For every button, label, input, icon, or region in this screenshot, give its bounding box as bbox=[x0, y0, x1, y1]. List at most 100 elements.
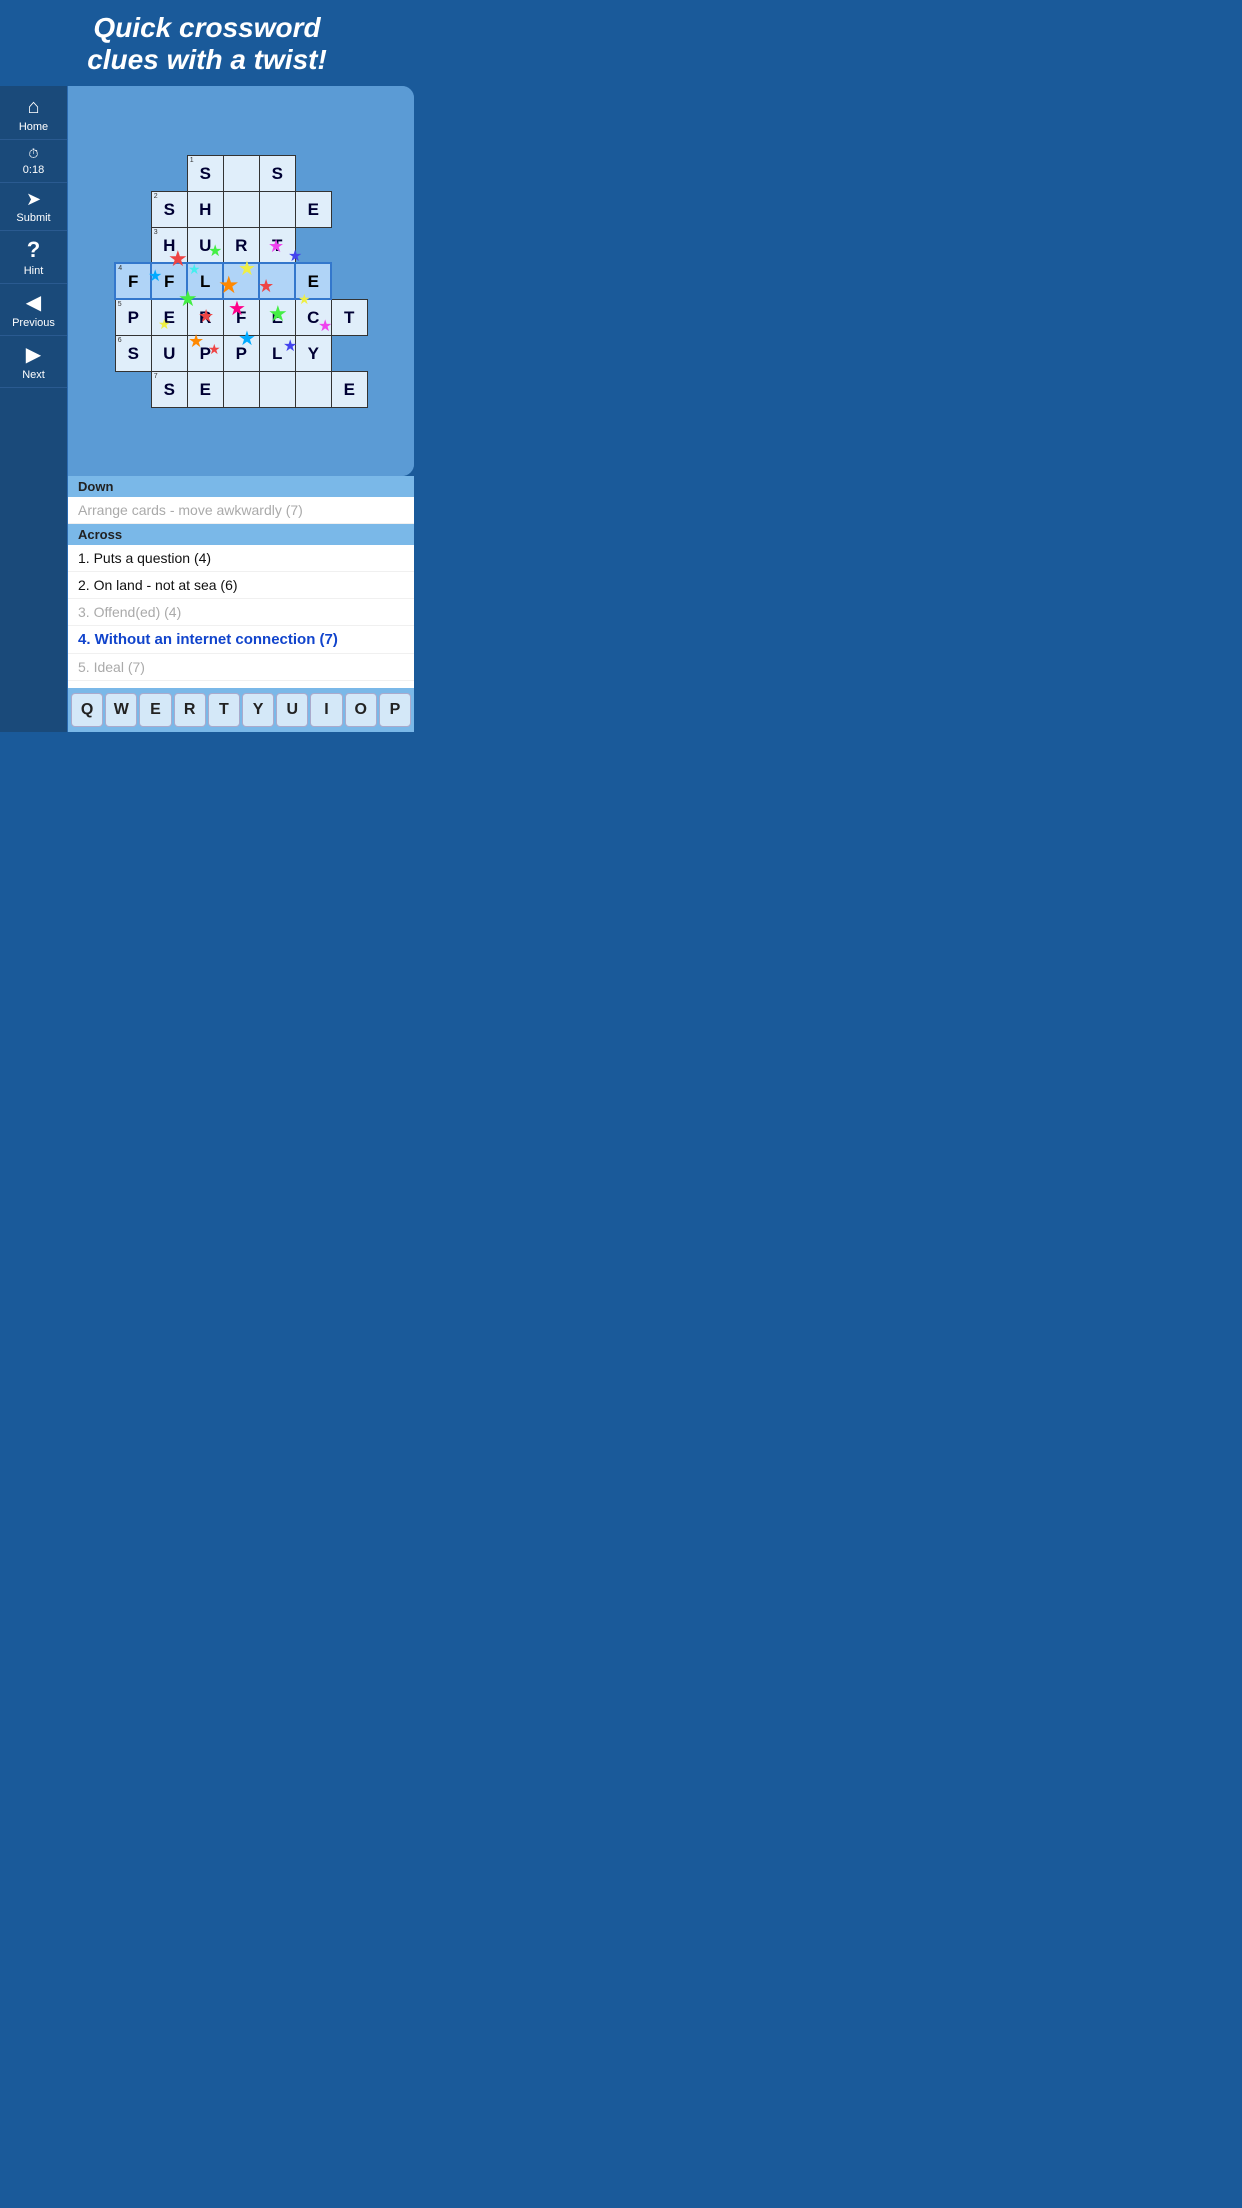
sidebar-item-next[interactable]: ▶ Next bbox=[0, 336, 67, 388]
cell-letter: E bbox=[308, 200, 319, 219]
cell-letter: E bbox=[272, 308, 283, 327]
key-q[interactable]: Q bbox=[71, 693, 103, 727]
clue-1[interactable]: 1. Puts a question (4) bbox=[68, 545, 414, 572]
cell-r5c4[interactable]: F bbox=[223, 299, 259, 335]
key-t[interactable]: T bbox=[208, 693, 240, 727]
cell-r3c2[interactable]: 3 H bbox=[151, 227, 187, 263]
cell-letter: T bbox=[344, 308, 354, 327]
cell-letter: P bbox=[236, 344, 247, 363]
sidebar: ⌂ Home ⏱ 0:18 ➤ Submit ? Hint ◀ Previous… bbox=[0, 86, 68, 732]
cell-r2c3[interactable]: H bbox=[187, 191, 223, 227]
cell-letter: U bbox=[199, 236, 211, 255]
cell-letter: S bbox=[164, 380, 175, 399]
cell-r1c5[interactable]: S bbox=[259, 155, 295, 191]
down-clue[interactable]: Arrange cards - move awkwardly (7) bbox=[68, 497, 414, 524]
crossword-area: ★ ★ ★ ★ ★ ★ ★ ★ ★ ★ ★ ★ ★ ★ ★ ★ ★ ★ ★ ★ bbox=[68, 86, 414, 476]
key-p[interactable]: P bbox=[379, 693, 411, 727]
cell-r7c5[interactable] bbox=[259, 371, 295, 407]
cell-r7c6[interactable] bbox=[295, 371, 331, 407]
cell-r2c4[interactable] bbox=[223, 191, 259, 227]
cell-letter: E bbox=[164, 308, 175, 327]
cell-letter: F bbox=[128, 272, 138, 291]
cell-number: 3 bbox=[154, 229, 158, 236]
sidebar-item-hint[interactable]: ? Hint bbox=[0, 231, 67, 284]
cell-letter: P bbox=[200, 344, 211, 363]
cell-number: 1 bbox=[190, 157, 194, 164]
key-y[interactable]: Y bbox=[242, 693, 274, 727]
clue-3[interactable]: 3. Offend(ed) (4) bbox=[68, 599, 414, 626]
cell-empty bbox=[151, 155, 187, 191]
timer-icon: ⏱ bbox=[28, 146, 38, 162]
key-u[interactable]: U bbox=[276, 693, 308, 727]
cell-r2c2[interactable]: 2 S bbox=[151, 191, 187, 227]
key-i[interactable]: I bbox=[310, 693, 342, 727]
sidebar-previous-label: Previous bbox=[12, 317, 55, 329]
cell-r4c2[interactable]: F bbox=[151, 263, 187, 299]
cell-r3c4[interactable]: R bbox=[223, 227, 259, 263]
key-o[interactable]: O bbox=[345, 693, 377, 727]
key-r[interactable]: R bbox=[174, 693, 206, 727]
clue-4[interactable]: 4. Without an internet connection (7) bbox=[68, 626, 414, 654]
previous-icon: ◀ bbox=[26, 290, 41, 315]
cell-r2c5[interactable] bbox=[259, 191, 295, 227]
sidebar-home-label: Home bbox=[19, 121, 48, 133]
cell-r4c6[interactable]: E bbox=[295, 263, 331, 299]
cell-letter: L bbox=[200, 272, 210, 291]
cell-r6c6[interactable]: Y bbox=[295, 335, 331, 371]
cell-r6c5[interactable]: L bbox=[259, 335, 295, 371]
cell-letter: R bbox=[235, 236, 247, 255]
cell-empty bbox=[295, 155, 331, 191]
cell-letter: P bbox=[128, 308, 139, 327]
cell-number: 2 bbox=[154, 193, 158, 200]
key-e[interactable]: E bbox=[139, 693, 171, 727]
cell-r5c6[interactable]: C bbox=[295, 299, 331, 335]
cell-letter: C bbox=[307, 308, 319, 327]
cell-r7c2[interactable]: 7 S bbox=[151, 371, 187, 407]
grid-wrapper: 1 S S bbox=[114, 155, 368, 408]
sidebar-item-previous[interactable]: ◀ Previous bbox=[0, 284, 67, 336]
sidebar-item-submit[interactable]: ➤ Submit bbox=[0, 183, 67, 231]
sidebar-hint-label: Hint bbox=[24, 265, 44, 277]
cell-r1c4[interactable] bbox=[223, 155, 259, 191]
sidebar-item-timer: ⏱ 0:18 bbox=[0, 140, 67, 183]
clue-6[interactable]: 6. Provide (6) bbox=[68, 681, 414, 688]
cell-r2c6[interactable]: E bbox=[295, 191, 331, 227]
cell-r4c5[interactable] bbox=[259, 263, 295, 299]
cell-letter: U bbox=[163, 344, 175, 363]
submit-icon: ➤ bbox=[26, 189, 41, 210]
cell-r6c1[interactable]: 6 S bbox=[115, 335, 151, 371]
cell-r4c4[interactable] bbox=[223, 263, 259, 299]
header: Quick crosswordclues with a twist! bbox=[0, 0, 414, 86]
cell-r5c1[interactable]: 5 P bbox=[115, 299, 151, 335]
cell-r6c3[interactable]: P bbox=[187, 335, 223, 371]
cell-empty bbox=[331, 335, 367, 371]
cell-r5c3[interactable]: R bbox=[187, 299, 223, 335]
cell-letter: F bbox=[164, 272, 174, 291]
key-w[interactable]: W bbox=[105, 693, 137, 727]
cell-r4c1[interactable]: 4 F bbox=[115, 263, 151, 299]
grid-row-1: 1 S S bbox=[115, 155, 367, 191]
cell-r3c3[interactable]: U bbox=[187, 227, 223, 263]
cell-letter: S bbox=[200, 164, 211, 183]
cell-r6c2[interactable]: U bbox=[151, 335, 187, 371]
clue-5[interactable]: 5. Ideal (7) bbox=[68, 654, 414, 681]
sidebar-next-label: Next bbox=[22, 369, 45, 381]
sidebar-timer-label: 0:18 bbox=[23, 164, 44, 176]
cell-r5c7[interactable]: T bbox=[331, 299, 367, 335]
cell-letter: L bbox=[272, 344, 282, 363]
cell-r3c5[interactable]: T bbox=[259, 227, 295, 263]
cell-r4c3[interactable]: L bbox=[187, 263, 223, 299]
cell-r5c5[interactable]: E bbox=[259, 299, 295, 335]
cell-empty bbox=[115, 155, 151, 191]
clue-2[interactable]: 2. On land - not at sea (6) bbox=[68, 572, 414, 599]
cell-r7c3[interactable]: E bbox=[187, 371, 223, 407]
hint-icon: ? bbox=[27, 237, 40, 263]
cell-r1c3[interactable]: 1 S bbox=[187, 155, 223, 191]
cell-r7c4[interactable] bbox=[223, 371, 259, 407]
sidebar-item-home[interactable]: ⌂ Home bbox=[0, 90, 67, 140]
cell-r5c2[interactable]: E bbox=[151, 299, 187, 335]
cell-r6c4[interactable]: P bbox=[223, 335, 259, 371]
cell-r7c7[interactable]: E bbox=[331, 371, 367, 407]
cell-empty bbox=[115, 371, 151, 407]
cell-empty bbox=[295, 227, 331, 263]
